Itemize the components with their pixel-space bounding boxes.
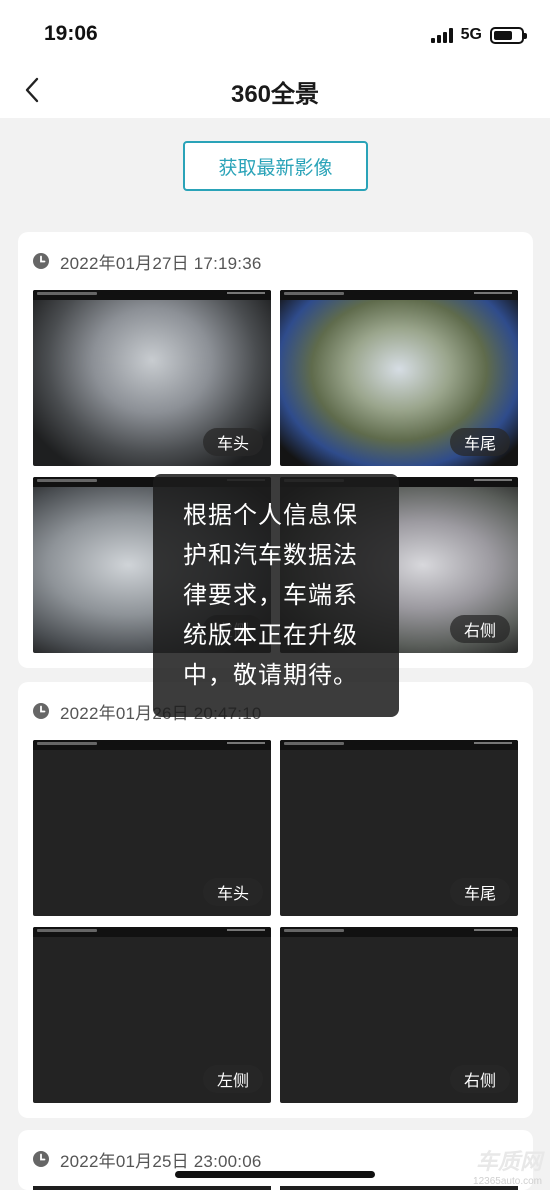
home-indicator[interactable]: [175, 1171, 375, 1178]
fetch-latest-image-button[interactable]: 获取最新影像: [183, 141, 368, 191]
camera-label: 车尾: [449, 878, 510, 906]
watermark-logo: 车质网: [475, 1149, 542, 1174]
network-label: 5G: [460, 26, 482, 43]
clock-icon: [33, 703, 49, 719]
camera-thumb-rear[interactable]: 车尾: [280, 740, 518, 916]
camera-label: 车头: [202, 428, 263, 456]
signal-icon: [430, 27, 453, 43]
camera-thumb-front[interactable]: 车头: [33, 740, 271, 916]
battery-icon: [490, 26, 527, 44]
watermark: 车质网 12365auto.com: [473, 1144, 542, 1187]
card-header: 2022年01月25日 23:00:06: [32, 1148, 262, 1171]
card-header: 2022年01月27日 17:19:36: [32, 250, 262, 273]
camera-thumb-front[interactable]: 车头: [33, 290, 271, 466]
clock-icon: [33, 253, 49, 269]
status-time: 19:06: [44, 22, 98, 45]
battery-fill: [494, 30, 512, 40]
camera-label: 右侧: [449, 1065, 510, 1093]
watermark-url: 12365auto.com: [473, 1176, 542, 1187]
status-bar: 19:06 5G: [0, 0, 550, 64]
clock-icon: [33, 1151, 49, 1167]
camera-label: 车尾: [449, 428, 510, 456]
status-indicators: 5G: [430, 24, 527, 46]
snapshot-card: 2022年01月26日 20:47:10 车头 车尾 左侧 右侧: [18, 682, 533, 1118]
nav-bar: 360全景: [0, 64, 550, 118]
toast-message: 根据个人信息保护和汽车数据法律要求，车端系统版本正在升级中，敬请期待。: [153, 474, 399, 717]
camera-label: 右侧: [449, 615, 510, 643]
camera-thumb-left[interactable]: 左侧: [33, 927, 271, 1103]
snapshot-card: 2022年01月25日 23:00:06: [18, 1130, 533, 1190]
camera-thumb-right[interactable]: 右侧: [280, 927, 518, 1103]
camera-thumb-rear[interactable]: 车尾: [280, 290, 518, 466]
camera-label: 车头: [202, 878, 263, 906]
camera-label: 左侧: [202, 1065, 263, 1093]
card-timestamp: 2022年01月27日 17:19:36: [60, 253, 262, 273]
page-title: 360全景: [230, 81, 320, 108]
card-timestamp: 2022年01月25日 23:00:06: [60, 1151, 262, 1171]
